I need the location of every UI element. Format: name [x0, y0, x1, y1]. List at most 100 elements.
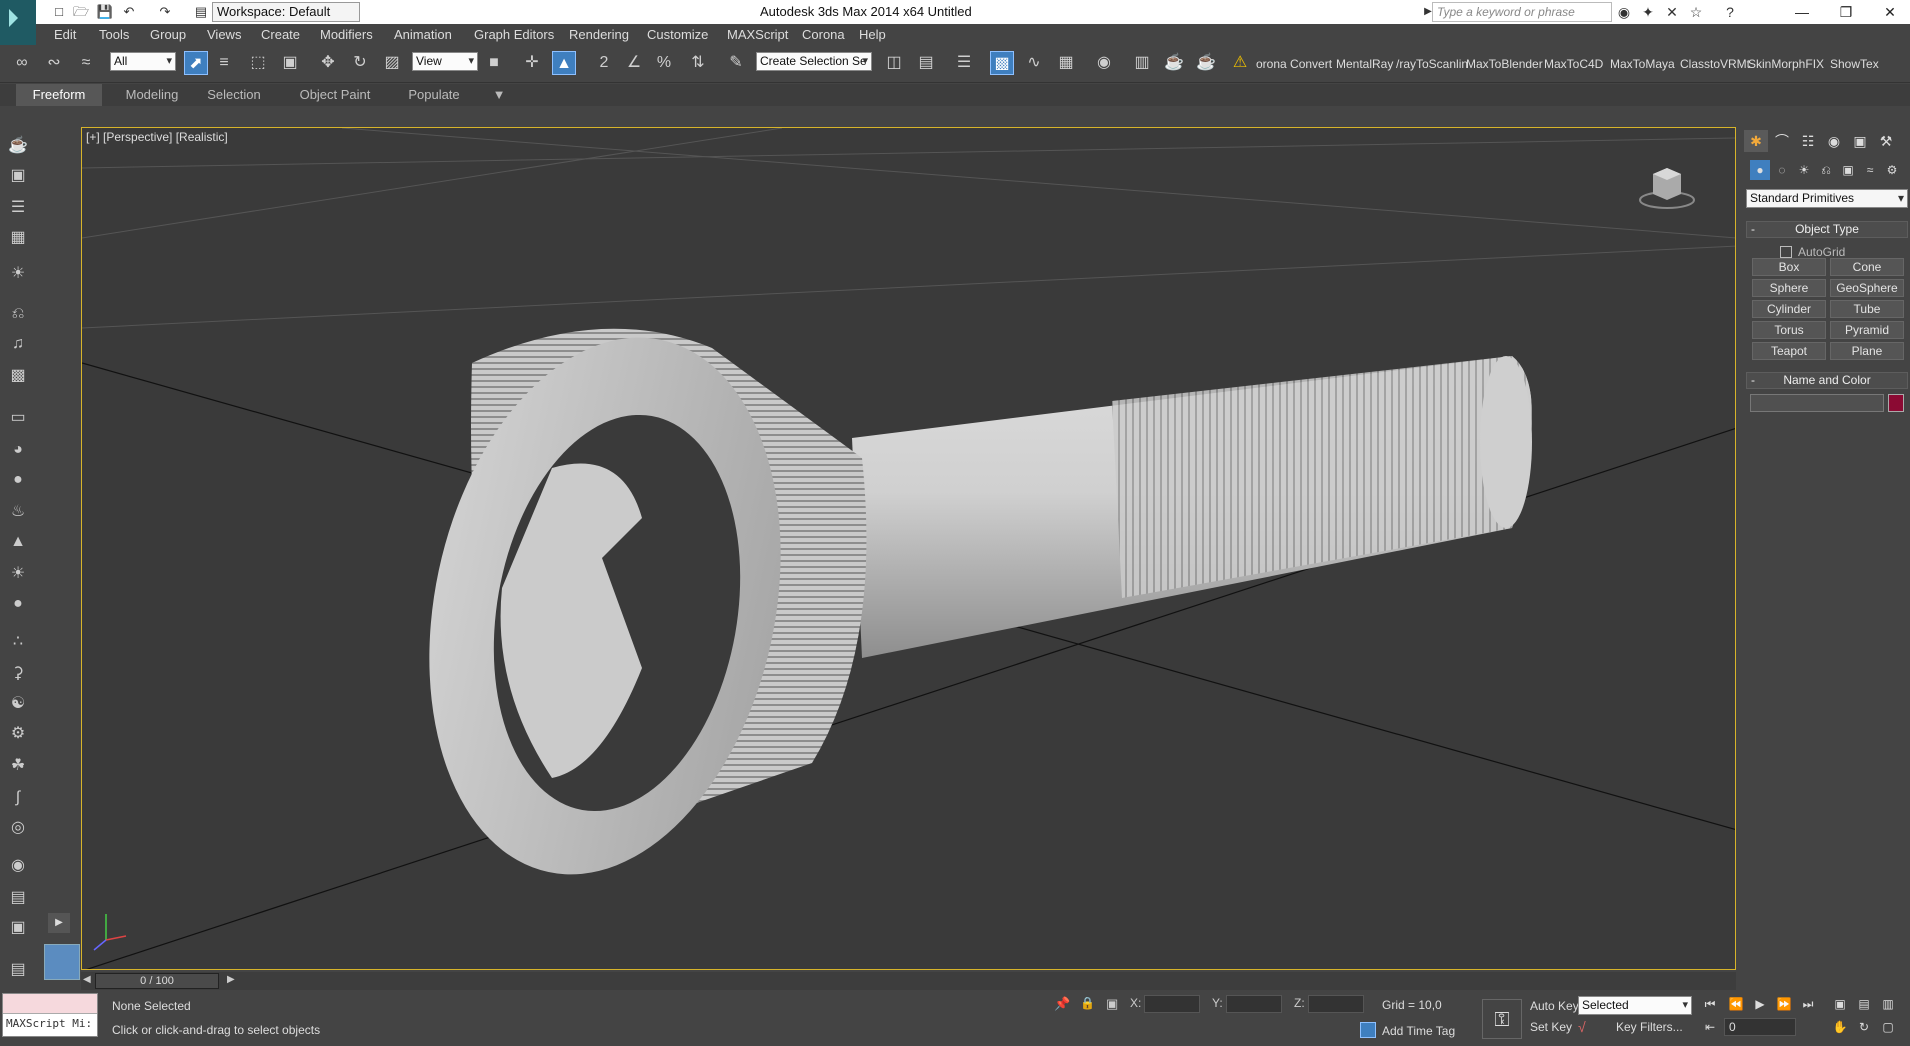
- mini-viewport-icon[interactable]: [44, 944, 80, 980]
- x-coordinate-field[interactable]: [1144, 995, 1200, 1013]
- viewcube-icon[interactable]: [1639, 164, 1695, 210]
- absolute-mode-icon[interactable]: ▣: [1106, 996, 1118, 1012]
- go-to-start-icon[interactable]: ⏮: [1700, 995, 1720, 1013]
- menu-corona[interactable]: Corona: [802, 24, 845, 45]
- menu-tools[interactable]: Tools: [99, 24, 129, 45]
- teapot-button[interactable]: Teapot: [1752, 342, 1826, 360]
- box-button[interactable]: Box: [1752, 258, 1826, 276]
- current-frame-field[interactable]: 0: [1724, 1018, 1796, 1036]
- render-setup-icon[interactable]: ▥: [1130, 51, 1154, 75]
- angle-snap-icon[interactable]: ∠: [622, 51, 646, 75]
- plugin-max-to-maya[interactable]: MaxToMaya: [1610, 54, 1675, 74]
- selection-lock-icon[interactable]: 🔒: [1080, 996, 1095, 1010]
- list-icon[interactable]: ☰: [6, 196, 30, 220]
- set-key-icon[interactable]: ⚿: [1482, 999, 1522, 1039]
- link-icon[interactable]: ∞: [10, 51, 34, 75]
- graphite-ribbon-icon[interactable]: ▩: [990, 51, 1014, 75]
- maximize-button[interactable]: ❐: [1824, 0, 1868, 24]
- menu-views[interactable]: Views: [207, 24, 241, 45]
- object-name-field[interactable]: [1750, 394, 1884, 412]
- open-file-icon[interactable]: 🗁: [72, 3, 90, 21]
- display-panel-icon[interactable]: ▣: [1848, 130, 1872, 152]
- menu-modifiers[interactable]: Modifiers: [320, 24, 373, 45]
- zoom-all-icon[interactable]: ▤: [1854, 995, 1874, 1013]
- bone-icon[interactable]: ⚳: [6, 662, 30, 686]
- spinner-snap-icon[interactable]: ⇅: [686, 51, 710, 75]
- cone-icon[interactable]: ▲: [6, 530, 30, 554]
- perspective-viewport[interactable]: [+] [Perspective] [Realistic]: [81, 127, 1736, 970]
- sphere-icon[interactable]: ●: [6, 468, 30, 492]
- tab-object-paint[interactable]: Object Paint: [290, 84, 380, 106]
- key-filters-button[interactable]: Key Filters...: [1616, 1020, 1683, 1034]
- redo-icon[interactable]: ↷: [156, 3, 174, 21]
- key-curve-icon[interactable]: √: [1578, 1019, 1586, 1035]
- motion-panel-icon[interactable]: ◉: [1822, 130, 1846, 152]
- menu-rendering[interactable]: Rendering: [569, 24, 629, 45]
- sun-icon[interactable]: ☀: [6, 562, 30, 586]
- project-folder-icon[interactable]: ▤: [192, 3, 210, 21]
- create-panel-icon[interactable]: ✱: [1744, 130, 1768, 152]
- z-coordinate-field[interactable]: [1308, 995, 1364, 1013]
- autogrid-checkbox[interactable]: [1780, 246, 1792, 258]
- edit-named-selection-icon[interactable]: ✎: [724, 51, 748, 75]
- orbit-icon[interactable]: ↻: [1854, 1018, 1874, 1036]
- menu-create[interactable]: Create: [261, 24, 300, 45]
- image-icon[interactable]: ▣: [6, 164, 30, 188]
- move-icon[interactable]: ✥: [316, 51, 340, 75]
- mirror-icon[interactable]: ◫: [882, 51, 906, 75]
- keyboard-shortcut-override-icon[interactable]: ▲: [552, 51, 576, 75]
- particles-icon[interactable]: ∴: [6, 630, 30, 654]
- align-icon[interactable]: ▤: [914, 51, 938, 75]
- communication-icon[interactable]: ✕: [1662, 3, 1682, 21]
- previous-frame-icon[interactable]: ⏪: [1726, 995, 1746, 1013]
- plugin-class-to-vrmt[interactable]: ClasstoVRMt: [1680, 54, 1750, 74]
- plugin-show-tex[interactable]: ShowTex: [1830, 54, 1879, 74]
- rendered-frame-icon[interactable]: ☕: [1162, 51, 1186, 75]
- subscription-icon[interactable]: ✦: [1638, 3, 1658, 21]
- torus-button[interactable]: Torus: [1752, 321, 1826, 339]
- shell-icon[interactable]: ◎: [6, 816, 30, 840]
- biped-icon[interactable]: ☯: [6, 692, 30, 716]
- tab-selection[interactable]: Selection: [196, 84, 272, 106]
- menu-edit[interactable]: Edit: [54, 24, 76, 45]
- key-mode-dropdown[interactable]: Selected: [1578, 996, 1692, 1015]
- plugin-corona-convert[interactable]: orona Convert: [1256, 54, 1332, 74]
- film-icon[interactable]: ▩: [6, 364, 30, 388]
- lights-icon[interactable]: ☀: [1794, 160, 1814, 180]
- cone-button[interactable]: Cone: [1830, 258, 1904, 276]
- menu-graph-editors[interactable]: Graph Editors: [474, 24, 554, 45]
- play-icon[interactable]: ▶: [1750, 995, 1770, 1013]
- pan-icon[interactable]: ✋: [1830, 1018, 1850, 1036]
- tab-freeform[interactable]: Freeform: [16, 84, 102, 106]
- workspace-dropdown[interactable]: Workspace: Default: [212, 2, 360, 22]
- systems-icon[interactable]: ⚙: [1882, 160, 1902, 180]
- selection-filter-dropdown[interactable]: All: [110, 52, 176, 71]
- script-icon[interactable]: ▤: [6, 886, 30, 910]
- auto-key-button[interactable]: Auto Key: [1530, 999, 1579, 1013]
- isolate-pin-icon[interactable]: 📌: [1054, 996, 1070, 1012]
- hair-icon[interactable]: ∫: [6, 786, 30, 810]
- bind-spacewarp-icon[interactable]: ≈: [74, 51, 98, 75]
- rectangle-selection-icon[interactable]: ⬚: [246, 51, 270, 75]
- maxscript-listener[interactable]: MAXScript Mi:: [2, 993, 98, 1037]
- geosphere-button[interactable]: GeoSphere: [1830, 279, 1904, 297]
- plugin-vray-to-scanline[interactable]: /rayToScanlin: [1396, 54, 1468, 74]
- reference-coordinate-dropdown[interactable]: View: [412, 52, 478, 71]
- warning-icon[interactable]: ⚠: [1228, 51, 1252, 75]
- scale-icon[interactable]: ▨: [380, 51, 404, 75]
- help-icon[interactable]: ?: [1720, 3, 1740, 21]
- name-and-color-rollout[interactable]: Name and Color: [1746, 372, 1908, 389]
- object-color-swatch[interactable]: [1888, 394, 1904, 412]
- close-button[interactable]: ✕: [1868, 0, 1910, 24]
- teapot-icon[interactable]: ☕: [6, 134, 30, 158]
- layer-manager-icon[interactable]: ☰: [952, 51, 976, 75]
- time-slider-thumb[interactable]: 0 / 100: [95, 973, 219, 989]
- unlink-icon[interactable]: ∾: [42, 51, 66, 75]
- tab-modeling[interactable]: Modeling: [112, 84, 192, 106]
- schematic-view-icon[interactable]: ▦: [1054, 51, 1078, 75]
- slider-next-icon[interactable]: ▶: [227, 974, 235, 985]
- light-bulb-icon[interactable]: ☀: [6, 262, 30, 286]
- utilities-panel-icon[interactable]: ⚒: [1874, 130, 1898, 152]
- maximize-viewport-icon[interactable]: ▢: [1878, 1018, 1898, 1036]
- viewport-label[interactable]: [+] [Perspective] [Realistic]: [86, 130, 228, 144]
